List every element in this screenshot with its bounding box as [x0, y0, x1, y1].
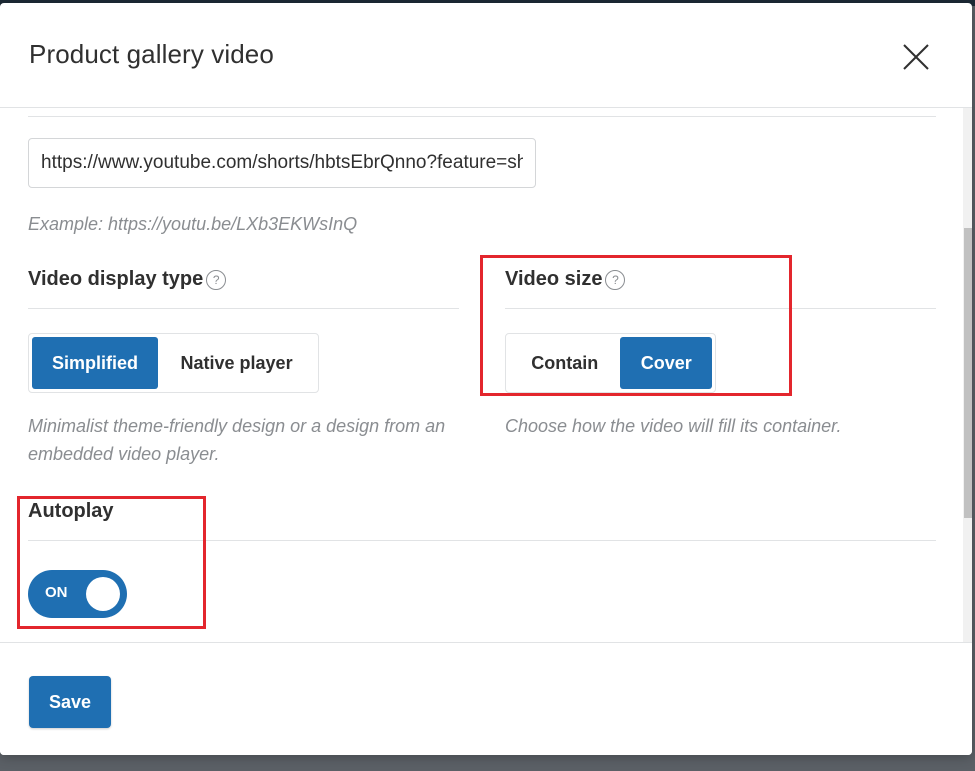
close-button[interactable] — [896, 37, 936, 77]
display-type-native-player-button[interactable]: Native player — [158, 337, 315, 389]
modal-title: Product gallery video — [29, 39, 274, 69]
display-type-segmented-control: Simplified Native player — [28, 333, 319, 393]
product-gallery-video-modal: Product gallery video Example: https://y… — [0, 3, 972, 755]
display-type-simplified-button[interactable]: Simplified — [32, 337, 159, 389]
close-icon — [903, 44, 929, 70]
display-type-hint: Minimalist theme-friendly design or a de… — [28, 416, 446, 464]
video-url-hint: Example: https://youtu.be/LXb3EKWsInQ — [28, 214, 358, 234]
top-divider — [28, 116, 936, 117]
modal-footer: Save — [0, 642, 972, 755]
modal-header: Product gallery video — [0, 3, 972, 108]
save-button[interactable]: Save — [29, 676, 111, 728]
modal-body[interactable]: Example: https://youtu.be/LXb3EKWsInQ Vi… — [0, 108, 963, 642]
display-type-label-text: Video display type — [28, 268, 204, 290]
video-size-highlight — [480, 255, 792, 396]
display-type-label: Video display type ? — [28, 268, 227, 291]
video-url-input[interactable] — [28, 138, 536, 188]
display-type-divider — [28, 308, 459, 309]
autoplay-highlight — [17, 496, 206, 629]
scrollbar-thumb[interactable] — [964, 228, 972, 518]
video-size-hint: Choose how the video will fill its conta… — [505, 416, 842, 436]
help-icon[interactable]: ? — [206, 269, 227, 290]
